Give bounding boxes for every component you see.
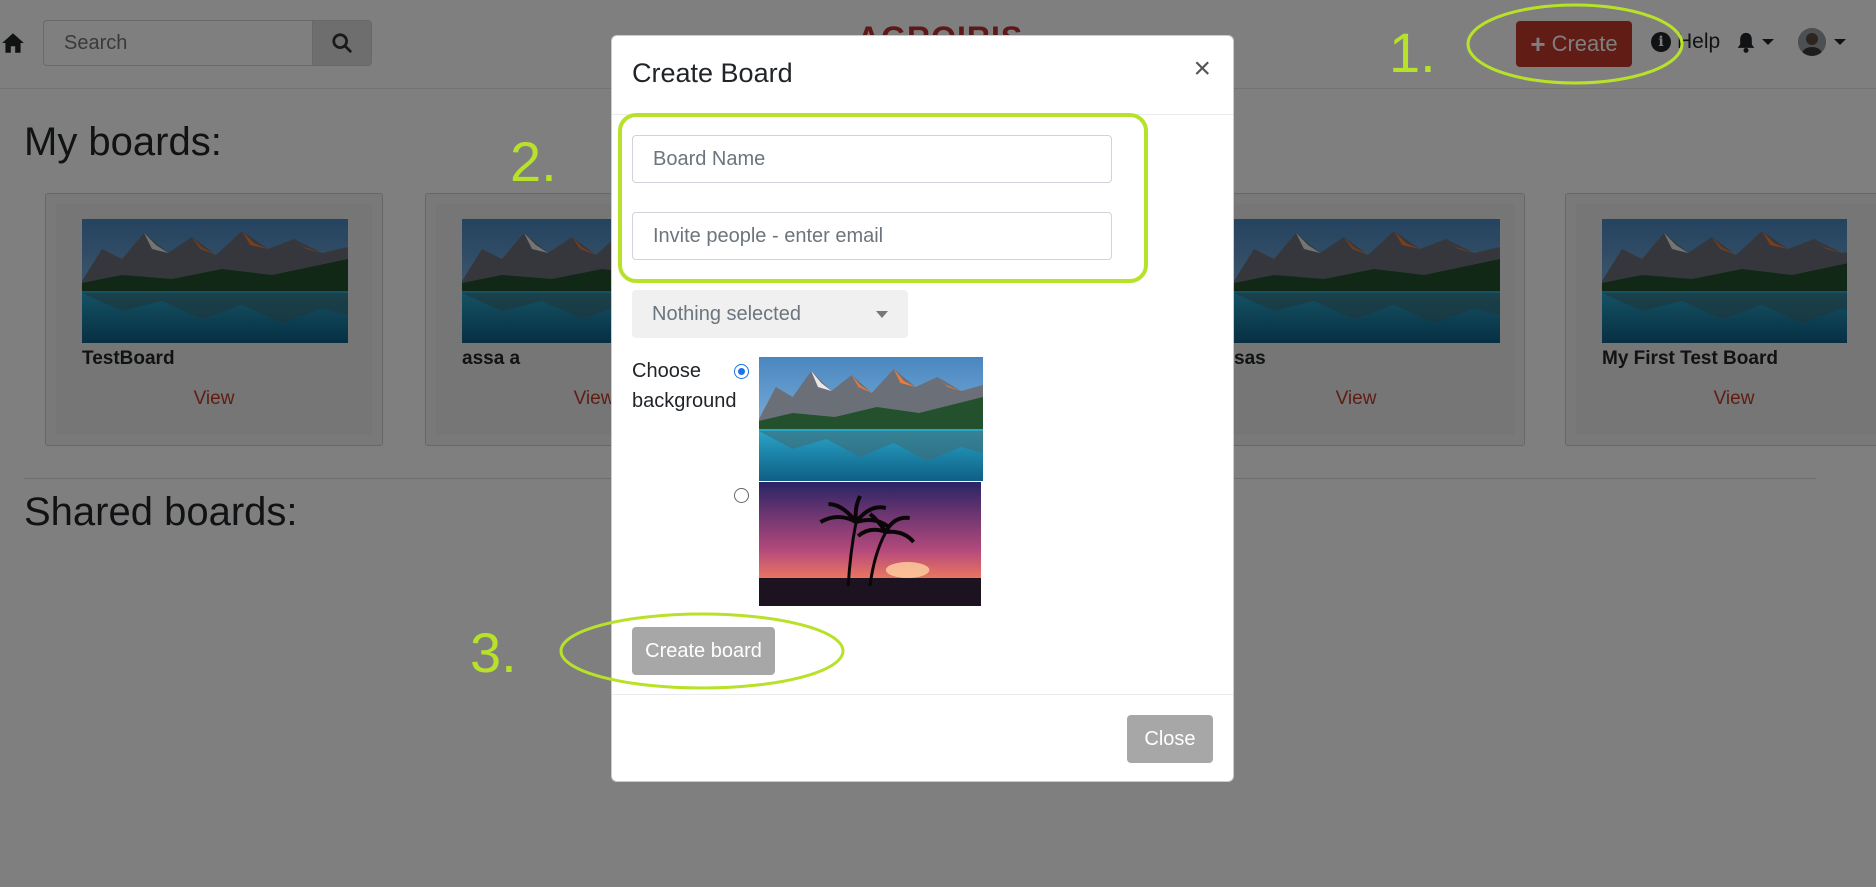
background-label: Choose background: [632, 360, 737, 412]
background-option-mountain[interactable]: [759, 357, 983, 481]
background-radio-sunset[interactable]: [734, 488, 749, 503]
member-select[interactable]: Nothing selected: [632, 290, 908, 338]
create-board-modal: Create Board × Nothing selected Choose b…: [611, 35, 1234, 782]
annotation-step-3: 3.: [470, 621, 517, 684]
member-select-value: Nothing selected: [652, 302, 801, 325]
board-name-input[interactable]: [632, 135, 1112, 183]
invite-email-input[interactable]: [632, 212, 1112, 260]
annotation-step-1: 1.: [1389, 21, 1436, 84]
close-button[interactable]: Close: [1127, 715, 1213, 763]
create-board-button[interactable]: Create board: [632, 627, 775, 675]
modal-footer-divider: [612, 694, 1233, 695]
close-icon[interactable]: ×: [1193, 54, 1211, 84]
annotation-step-2: 2.: [510, 130, 557, 193]
chevron-down-icon: [876, 310, 888, 318]
modal-title: Create Board: [632, 58, 793, 88]
modal-header: Create Board ×: [612, 36, 1233, 115]
background-radio-mountain[interactable]: [734, 364, 749, 379]
background-option-sunset[interactable]: [759, 482, 981, 606]
